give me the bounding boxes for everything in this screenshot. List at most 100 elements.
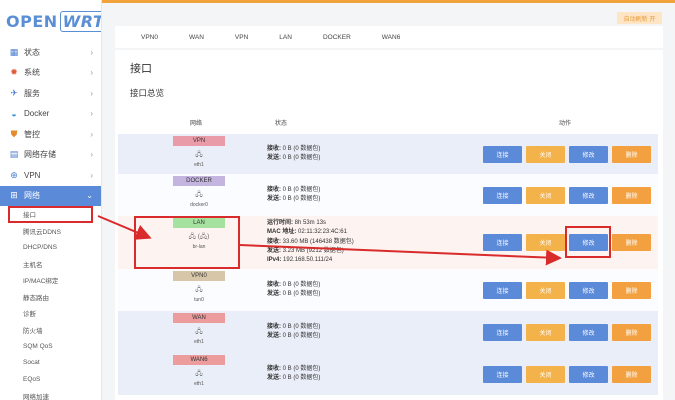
close-button[interactable]: 关闭 bbox=[526, 146, 565, 163]
sidebar-item-system[interactable]: ✹ 系统 › bbox=[0, 63, 101, 84]
col-actions: 动作 bbox=[559, 121, 572, 127]
sidebar-item-control[interactable]: ⛊ 管控 › bbox=[0, 124, 101, 145]
delete-button[interactable]: 删除 bbox=[612, 146, 651, 163]
network-tag: DOCKER bbox=[173, 176, 225, 186]
connect-button[interactable]: 连接 bbox=[483, 146, 522, 163]
delete-button[interactable]: 删除 bbox=[612, 187, 651, 204]
status-value: 0 B (0 数据包) bbox=[282, 282, 321, 288]
edit-button[interactable]: 修改 bbox=[569, 366, 608, 383]
ethernet-icon: 🖧 bbox=[195, 191, 203, 198]
connect-button[interactable]: 连接 bbox=[483, 366, 522, 383]
network-cell: DOCKER 🖧 docker0 bbox=[172, 176, 226, 208]
submenu-item-tencent-ddns[interactable]: 腾讯云DDNS bbox=[0, 223, 101, 240]
status-cell: 接收: 0 B (0 数据包) 发送: 0 B (0 数据包) bbox=[267, 323, 320, 342]
status-key: 发送: bbox=[267, 291, 281, 298]
sidebar-item-status[interactable]: ▦ 状态 › bbox=[0, 42, 101, 63]
chevron-right-icon: › bbox=[90, 170, 93, 180]
status-key: MAC 地址: bbox=[267, 229, 297, 236]
chevron-right-icon: › bbox=[90, 109, 93, 119]
table-row: WAN 🖧 eth1 接收: 0 B (0 数据包) 发送: 0 B (0 数据包) 连接… bbox=[118, 311, 658, 353]
tab-lan[interactable]: LAN bbox=[279, 34, 292, 41]
status-key: 发送: bbox=[267, 196, 281, 203]
logo[interactable]: OPEN WRT bbox=[0, 0, 101, 42]
status-value: 33.60 MB (146438 数据包) bbox=[282, 238, 354, 245]
tab-wan[interactable]: WAN bbox=[189, 34, 204, 41]
sidebar-item-services[interactable]: ✈ 服务 › bbox=[0, 83, 101, 104]
table-row: DOCKER 🖧 docker0 接收: 0 B (0 数据包) 发送: 0 B (0 … bbox=[118, 174, 658, 216]
sidebar: OPEN WRT ▦ 状态 › ✹ 系统 › ✈ 服务 › ◒ Docker › ⛊ 管控 › ▤ 网络… bbox=[0, 0, 102, 400]
connect-button[interactable]: 连接 bbox=[483, 282, 522, 299]
submenu-item-acceleration[interactable]: 网络加速 bbox=[0, 388, 101, 400]
status-value: 3.23 MB (9212 数据包) bbox=[282, 247, 344, 254]
sidebar-item-network[interactable]: ⊞ 网络 ⌄ bbox=[0, 185, 101, 206]
table-header: 网络 状态 动作 bbox=[118, 118, 658, 128]
submenu-item-sqm-qos[interactable]: SQM QoS bbox=[0, 338, 101, 355]
network-cell: WAN 🖧 eth1 bbox=[172, 313, 226, 345]
submenu-item-firewall[interactable]: 防火墙 bbox=[0, 322, 101, 339]
status-value: 0 B (0 数据包) bbox=[282, 375, 321, 382]
status-value: 0 B (0 数据包) bbox=[282, 155, 321, 162]
edit-button[interactable]: 修改 bbox=[569, 146, 608, 163]
status-cell: 接收: 0 B (0 数据包) 发送: 0 B (0 数据包) bbox=[267, 365, 320, 384]
gear-icon: ✹ bbox=[10, 67, 18, 78]
connect-button[interactable]: 连接 bbox=[483, 187, 522, 204]
tab-vpn[interactable]: VPN bbox=[235, 34, 248, 41]
close-button[interactable]: 关闭 bbox=[526, 187, 565, 204]
status-value: 8h 53m 13s bbox=[294, 220, 327, 226]
status-value: 0 B (0 数据包) bbox=[282, 333, 321, 340]
status-key: 接收: bbox=[267, 146, 281, 152]
tab-vpn0[interactable]: VPN0 bbox=[141, 34, 158, 41]
status-value: 0 B (0 数据包) bbox=[282, 324, 321, 330]
status-key: 发送: bbox=[267, 333, 281, 340]
network-submenu: 接口 腾讯云DDNS DHCP/DNS 主机名 IP/MAC绑定 静态路由 诊断… bbox=[0, 206, 101, 400]
main-area: 自动刷新 开 VPN0 WAN VPN LAN DOCKER WAN6 接口 接… bbox=[102, 0, 675, 400]
sidebar-item-docker[interactable]: ◒ Docker › bbox=[0, 104, 101, 125]
delete-button[interactable]: 删除 bbox=[612, 366, 651, 383]
close-button[interactable]: 关闭 bbox=[526, 234, 565, 251]
highlight-box-lan bbox=[134, 216, 240, 269]
grid-icon: ▦ bbox=[9, 46, 19, 57]
chevron-right-icon: › bbox=[90, 47, 93, 57]
submenu-item-socat[interactable]: Socat bbox=[0, 355, 101, 372]
status-key: 接收: bbox=[267, 238, 281, 245]
edit-button[interactable]: 修改 bbox=[569, 187, 608, 204]
edit-button[interactable]: 修改 bbox=[569, 324, 608, 341]
submenu-item-diagnostics[interactable]: 诊断 bbox=[0, 305, 101, 322]
auto-refresh-toggle[interactable]: 自动刷新 开 bbox=[617, 12, 662, 24]
network-tag: VPN bbox=[173, 136, 225, 146]
submenu-item-interfaces[interactable]: 接口 bbox=[8, 206, 93, 223]
network-tag: WAN bbox=[173, 313, 225, 323]
delete-button[interactable]: 删除 bbox=[612, 282, 651, 299]
tab-wan6[interactable]: WAN6 bbox=[382, 34, 401, 41]
status-key: 发送: bbox=[267, 155, 281, 162]
submenu-item-dhcp-dns[interactable]: DHCP/DNS bbox=[0, 239, 101, 256]
sidebar-item-vpn[interactable]: ⊕ VPN › bbox=[0, 165, 101, 186]
submenu-item-static-routes[interactable]: 静态路由 bbox=[0, 289, 101, 306]
ethernet-icon: 🖧 bbox=[195, 370, 203, 377]
chevron-right-icon: › bbox=[90, 129, 93, 139]
device-name: tun0 bbox=[194, 297, 204, 303]
chevron-right-icon: › bbox=[90, 150, 93, 160]
sidebar-item-nas[interactable]: ▤ 网络存储 › bbox=[0, 145, 101, 166]
close-button[interactable]: 关闭 bbox=[526, 324, 565, 341]
tab-docker[interactable]: DOCKER bbox=[323, 34, 351, 41]
table-row: VPN 🖧 eth1 接收: 0 B (0 数据包) 发送: 0 B (0 数据包) 连接… bbox=[118, 134, 658, 174]
edit-button[interactable]: 修改 bbox=[569, 282, 608, 299]
network-cell: VPN 🖧 eth1 bbox=[172, 136, 226, 168]
col-network: 网络 bbox=[190, 121, 203, 127]
status-value: 0 B (0 数据包) bbox=[282, 196, 321, 203]
submenu-item-eqos[interactable]: EQoS bbox=[0, 371, 101, 388]
status-key: 接收: bbox=[267, 282, 281, 288]
status-cell: 接收: 0 B (0 数据包) 发送: 0 B (0 数据包) bbox=[267, 186, 320, 205]
delete-button[interactable]: 删除 bbox=[612, 234, 651, 251]
delete-button[interactable]: 删除 bbox=[612, 324, 651, 341]
docker-icon: ◒ bbox=[11, 108, 17, 119]
ethernet-icon: 🖧 bbox=[195, 286, 203, 293]
status-key: 接收: bbox=[267, 187, 281, 193]
close-button[interactable]: 关闭 bbox=[526, 282, 565, 299]
connect-button[interactable]: 连接 bbox=[483, 324, 522, 341]
submenu-item-hostnames[interactable]: 主机名 bbox=[0, 256, 101, 273]
connect-button[interactable]: 连接 bbox=[483, 234, 522, 251]
submenu-item-ip-mac[interactable]: IP/MAC绑定 bbox=[0, 272, 101, 289]
close-button[interactable]: 关闭 bbox=[526, 366, 565, 383]
